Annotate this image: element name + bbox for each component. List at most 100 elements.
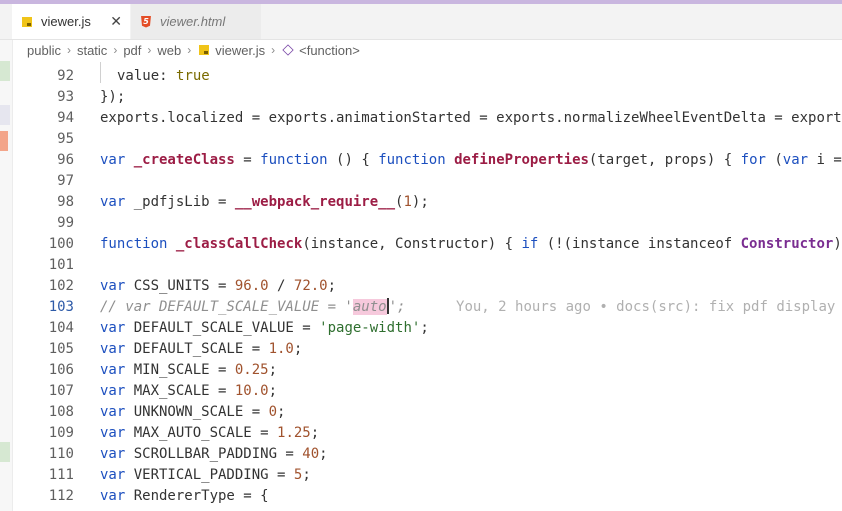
- code-token: CSS_UNITS =: [133, 278, 235, 294]
- code-editor[interactable]: 92 value: true 93}); 94 exports.localized = …: [12, 62, 842, 511]
- code-line[interactable]: 97: [12, 171, 842, 192]
- breadcrumb-item-public[interactable]: public: [27, 43, 61, 58]
- code-text: var SCROLLBAR_PADDING = 40;: [100, 444, 328, 465]
- code-token: });: [100, 89, 126, 105]
- code-line[interactable]: 108 var UNKNOWN_SCALE = 0;: [12, 402, 842, 423]
- code-token: 96.0: [234, 278, 269, 294]
- line-number: 111: [48, 467, 74, 483]
- code-token: var: [100, 341, 134, 357]
- breadcrumb-item-pdf[interactable]: pdf: [123, 43, 141, 58]
- breadcrumb: public › static › pdf › web › viewer.js …: [12, 40, 842, 60]
- code-token: defineProperties: [454, 152, 589, 168]
- code-token: 0: [268, 404, 278, 420]
- code-line[interactable]: 110 var SCROLLBAR_PADDING = 40;: [12, 444, 842, 465]
- code-token: ';: [388, 299, 406, 315]
- symbol-method-icon: [282, 44, 294, 56]
- html5-file-icon: 5: [141, 15, 151, 28]
- code-token: SCROLLBAR_PADDING =: [133, 446, 303, 462]
- chevron-right-icon: ›: [271, 43, 276, 57]
- javascript-file-icon: [22, 16, 32, 27]
- code-token: var: [100, 362, 134, 378]
- code-line[interactable]: 94 exports.localized = exports.animationS…: [12, 108, 842, 129]
- breadcrumb-item-function[interactable]: <function>: [299, 43, 360, 58]
- code-line[interactable]: 101: [12, 255, 842, 276]
- code-line[interactable]: 105 var DEFAULT_SCALE = 1.0;: [12, 339, 842, 360]
- tab-viewer-js[interactable]: viewer.js ✕: [12, 4, 130, 39]
- code-token: function: [100, 236, 168, 252]
- code-line[interactable]: 95: [12, 129, 842, 150]
- code-text: function _classCallCheck(instance, Const…: [100, 234, 842, 255]
- line-number: 102: [48, 278, 74, 294]
- tab-label: viewer.js: [41, 14, 91, 29]
- line-number: 99: [57, 215, 74, 231]
- code-token: (target, props) {: [588, 152, 741, 168]
- code-token: _classCallCheck: [175, 236, 303, 252]
- git-modified-marker: [0, 105, 10, 125]
- code-line[interactable]: 103 // var DEFAULT_SCALE_VALUE = 'auto '; …: [12, 297, 842, 318]
- code-token: true: [176, 68, 210, 84]
- git-added-marker: [0, 442, 10, 462]
- code-text: exports.localized = exports.animationSta…: [100, 108, 842, 129]
- chevron-right-icon: ›: [113, 43, 118, 57]
- line-number: 100: [48, 236, 74, 252]
- code-token: function: [260, 152, 328, 168]
- code-token: var: [100, 152, 134, 168]
- code-line[interactable]: 107 var MAX_SCALE = 10.0;: [12, 381, 842, 402]
- breadcrumb-item-web[interactable]: web: [157, 43, 181, 58]
- code-line[interactable]: 93});: [12, 87, 842, 108]
- line-number: 106: [48, 362, 74, 378]
- breadcrumb-item-static[interactable]: static: [77, 43, 107, 58]
- code-token: (instance, Constructor) {: [302, 236, 522, 252]
- line-number: 107: [48, 383, 74, 399]
- code-text: var MIN_SCALE = 0.25;: [100, 360, 277, 381]
- code-token: ;: [327, 278, 337, 294]
- chevron-right-icon: ›: [187, 43, 192, 57]
- code-token: for: [740, 152, 766, 168]
- code-token: var: [100, 488, 134, 504]
- tab-viewer-html[interactable]: 5 viewer.html: [131, 4, 261, 39]
- line-number: 112: [48, 488, 74, 504]
- code-text: var CSS_UNITS = 96.0 / 72.0;: [100, 276, 336, 297]
- code-token: VERTICAL_PADDING =: [133, 467, 294, 483]
- breadcrumb-item-viewer-js[interactable]: viewer.js: [215, 43, 265, 58]
- git-added-marker: [0, 61, 10, 81]
- code-token: var: [100, 404, 134, 420]
- code-text: var RendererType = {: [100, 486, 269, 507]
- close-icon[interactable]: ✕: [110, 13, 122, 30]
- code-line[interactable]: 109 var MAX_AUTO_SCALE = 1.25;: [12, 423, 842, 444]
- code-line[interactable]: 92 value: true: [12, 66, 842, 87]
- code-token: _createClass: [133, 152, 235, 168]
- code-token: ;: [302, 467, 311, 483]
- code-line[interactable]: 104 var DEFAULT_SCALE_VALUE = 'page-width…: [12, 318, 842, 339]
- code-token: ;: [268, 383, 278, 399]
- code-token: 40: [302, 446, 320, 462]
- code-text: var MAX_SCALE = 10.0;: [100, 381, 277, 402]
- code-token: var: [100, 320, 134, 336]
- code-line[interactable]: 98 var _pdfjsLib = __webpack_require__(1)…: [12, 192, 842, 213]
- line-number: 92: [57, 68, 74, 84]
- line-number: 110: [48, 446, 74, 462]
- code-token: var: [100, 194, 134, 210]
- code-line[interactable]: 96 var _createClass = function () { funct…: [12, 150, 842, 171]
- line-number: 95: [57, 131, 74, 147]
- code-token: var: [100, 278, 134, 294]
- code-line[interactable]: 102 var CSS_UNITS = 96.0 / 72.0;: [12, 276, 842, 297]
- code-token: exports.localized = exports.animationSta…: [100, 110, 842, 126]
- code-text: var UNKNOWN_SCALE = 0;: [100, 402, 285, 423]
- javascript-file-icon: [199, 45, 210, 55]
- line-number: 98: [57, 194, 74, 210]
- line-number: 103: [48, 299, 74, 315]
- code-token: () {: [327, 152, 379, 168]
- code-line[interactable]: 100 function _classCallCheck(instance, Co…: [12, 234, 842, 255]
- code-token: /: [268, 278, 294, 294]
- code-line[interactable]: 106 var MIN_SCALE = 0.25;: [12, 360, 842, 381]
- code-line[interactable]: 99: [12, 213, 842, 234]
- code-line[interactable]: 112 var RendererType = {: [12, 486, 842, 507]
- line-number: 96: [57, 152, 74, 168]
- code-token: ;: [277, 404, 286, 420]
- code-text: var _createClass = function () { functio…: [100, 150, 842, 171]
- tab-label: viewer.html: [160, 14, 226, 29]
- code-line[interactable]: 111 var VERTICAL_PADDING = 5;: [12, 465, 842, 486]
- code-token: Constructor: [740, 236, 834, 252]
